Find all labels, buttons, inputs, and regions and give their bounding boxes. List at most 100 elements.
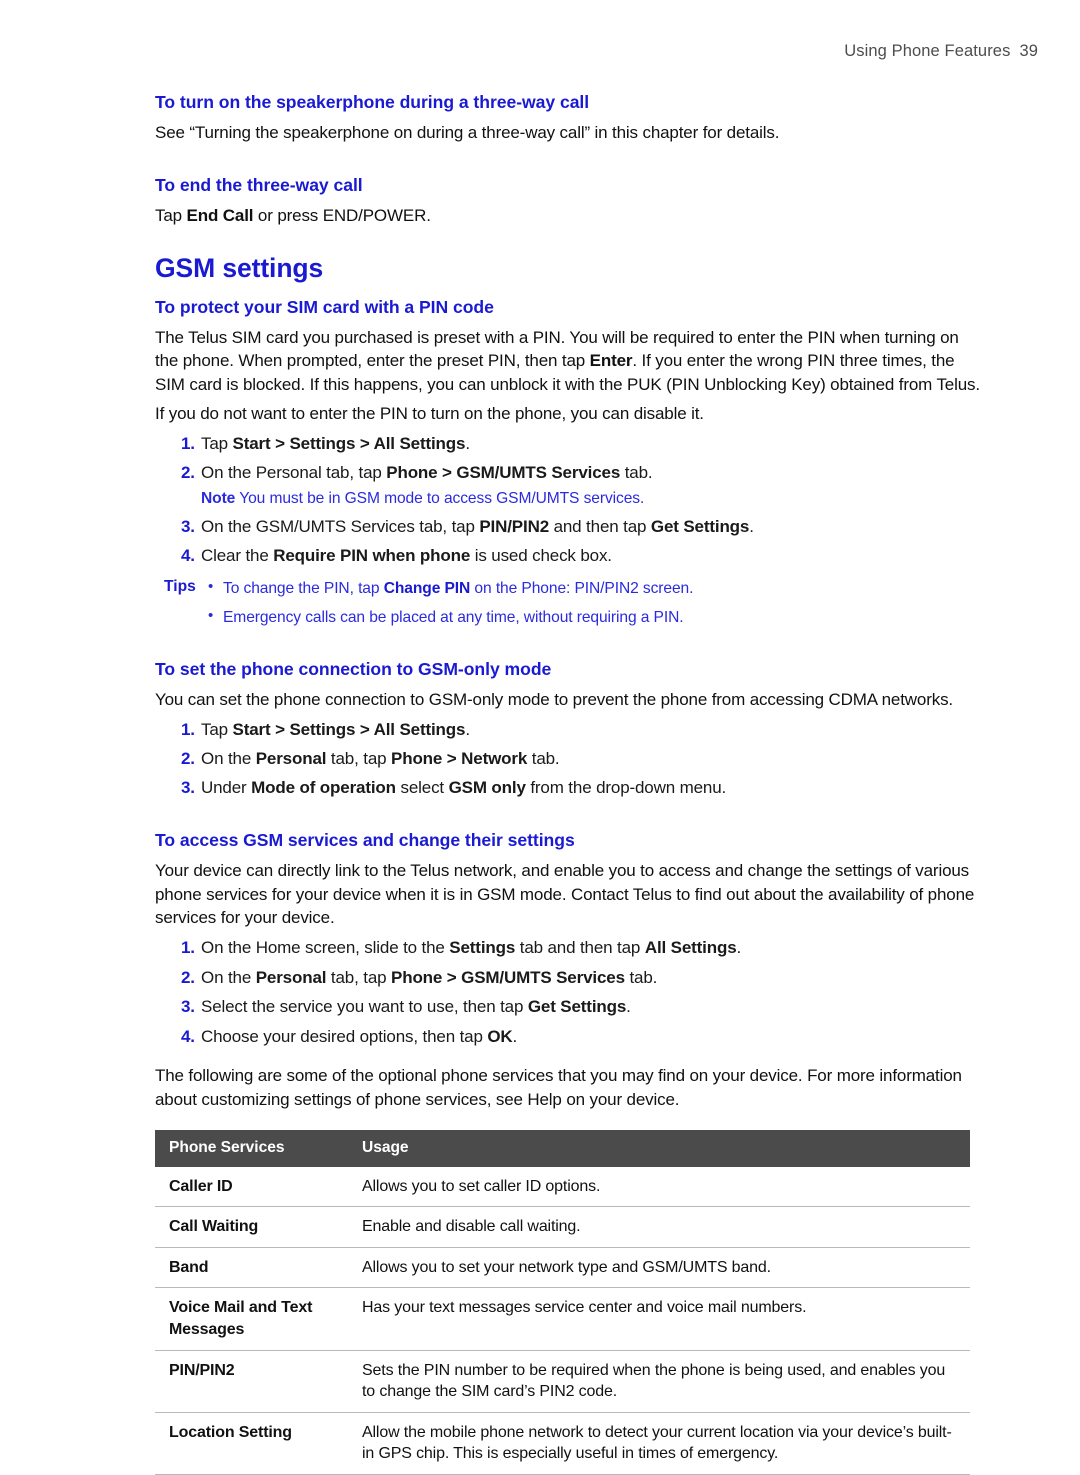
step-bold-2: Phone > Network	[391, 749, 528, 768]
step-item: 1. Tap Start > Settings > All Settings.	[155, 432, 983, 455]
para-end-call: Tap End Call or press END/POWER.	[155, 204, 983, 228]
step-item: 4. Clear the Require PIN when phone is us…	[155, 544, 983, 567]
end-call-bold: End Call	[186, 205, 254, 225]
cell-service-name: Band	[155, 1247, 348, 1289]
step-mid: and then tap	[549, 516, 651, 536]
step-item: 1. On the Home screen, slide to the Setti…	[155, 936, 983, 959]
tips-block: Tips • To change the PIN, tap Change PIN …	[155, 578, 983, 629]
step-post: tab.	[527, 749, 560, 768]
document-page: Using Phone Features 39 To turn on the sp…	[0, 0, 1080, 1475]
step-number: 4.	[181, 546, 195, 566]
step-post: .	[626, 997, 631, 1017]
step-bold-2: Phone > GSM/UMTS Services	[391, 967, 625, 987]
column-header-usage: Usage	[348, 1129, 970, 1167]
sim-para1-bold: Enter	[589, 351, 633, 371]
step-pre: Clear the	[201, 546, 274, 566]
step-bold: Require PIN when phone	[273, 546, 471, 566]
note-gsm-mode: Note You must be in GSM mode to access G…	[201, 488, 983, 509]
page-content: To turn on the speakerphone during a thr…	[155, 92, 983, 1475]
step-pre: On the	[201, 749, 256, 768]
step-number: 3.	[181, 516, 195, 536]
para-sim-pin-2: If you do not want to enter the PIN to t…	[155, 404, 704, 424]
tip-post: on the Phone: PIN/PIN2 screen.	[470, 579, 694, 597]
step-item: 2. On the Personal tab, tap Phone > GSM/U…	[155, 966, 983, 989]
tip-pre: To change the PIN, tap	[223, 579, 384, 597]
step-post: .	[749, 516, 754, 536]
tips-label: Tips	[164, 577, 196, 595]
chapter-title: Using Phone Features	[844, 42, 1011, 60]
table-row: Voice Mail and Text Messages Has your te…	[155, 1287, 970, 1351]
step-pre: Tap	[201, 433, 233, 453]
heading-access-gsm-services: To access GSM services and change their …	[155, 829, 575, 850]
step-pre: On the Home screen, slide to the	[201, 938, 450, 958]
table-header-row: Phone Services Usage	[155, 1129, 970, 1167]
cell-service-usage: Sets the PIN number to be required when …	[348, 1350, 970, 1413]
steps-protect-sim: 1. Tap Start > Settings > All Settings. 2…	[155, 432, 983, 568]
step-bold: PIN/PIN2	[479, 516, 549, 536]
page-number: 39	[1019, 42, 1038, 60]
step-number: 1.	[181, 719, 195, 739]
note-label: Note	[201, 489, 236, 507]
step-item: 2. On the Personal tab, tap Phone > Netwo…	[155, 747, 983, 770]
table-row: Location Setting Allow the mobile phone …	[155, 1412, 970, 1475]
step-number: 1.	[181, 938, 195, 958]
step-post: .	[465, 719, 470, 739]
step-number: 1.	[181, 433, 195, 453]
para-sim-pin-1: The Telus SIM card you purchased is pres…	[155, 326, 983, 397]
step-item: 3. On the GSM/UMTS Services tab, tap PIN/…	[155, 515, 983, 538]
step-pre: Choose your desired options, then tap	[201, 1026, 488, 1046]
step-pre: Under	[201, 778, 252, 798]
end-call-suffix: or press END/POWER.	[253, 205, 431, 225]
step-bold: Settings	[449, 938, 516, 958]
cell-service-name: Call Waiting	[155, 1206, 348, 1248]
step-mid: tab, tap	[326, 749, 392, 768]
step-number: 2.	[181, 967, 195, 987]
step-pre: On the GSM/UMTS Services tab, tap	[201, 516, 480, 536]
cell-service-usage: Allows you to set caller ID options.	[348, 1166, 970, 1208]
step-bold: Get Settings	[527, 997, 627, 1017]
cell-service-usage: Enable and disable call waiting.	[348, 1206, 970, 1248]
heading-speakerphone: To turn on the speakerphone during a thr…	[155, 92, 590, 112]
steps-gsm-services: 1. On the Home screen, slide to the Setti…	[155, 936, 983, 1048]
step-post: .	[465, 433, 470, 453]
step-pre: On the	[201, 967, 256, 987]
step-mid: tab and then tap	[515, 938, 645, 958]
bullet-icon: •	[208, 577, 214, 595]
cell-service-usage: Allows you to set your network type and …	[348, 1247, 970, 1289]
step-post: .	[736, 938, 742, 958]
step-item: 3. Under Mode of operation select GSM onl…	[155, 776, 983, 799]
phone-services-table: Phone Services Usage Caller ID Allows yo…	[155, 1129, 970, 1475]
cell-service-name: Caller ID	[155, 1166, 348, 1208]
step-bold: Personal	[255, 967, 327, 987]
tip-item: • Emergency calls can be placed at any ti…	[208, 607, 983, 629]
heading-end-three-way-call: To end the three-way call	[155, 174, 363, 195]
note-text: You must be in GSM mode to access GSM/UM…	[239, 489, 645, 507]
step-bold: OK	[487, 1026, 513, 1046]
step-mid: tab, tap	[326, 967, 392, 987]
step-number: 4.	[181, 1026, 195, 1046]
cell-service-name: Voice Mail and Text Messages	[155, 1287, 348, 1351]
step-post: is used check box.	[470, 546, 612, 566]
step-item: 2. On the Personal tab, tap Phone > GSM/U…	[155, 461, 983, 509]
cell-service-name: Location Setting	[155, 1412, 348, 1475]
heading-protect-sim: To protect your SIM card with a PIN code	[155, 296, 494, 317]
para-gsm-only: You can set the phone connection to GSM-…	[155, 689, 953, 709]
end-call-prefix: Tap	[155, 205, 187, 225]
step-post: .	[512, 1026, 518, 1046]
step-item: 3. Select the service you want to use, th…	[155, 995, 983, 1018]
step-mid: select	[395, 778, 449, 798]
tip-item: • To change the PIN, tap Change PIN on th…	[208, 578, 983, 600]
step-bold-2: Get Settings	[650, 516, 750, 536]
step-number: 3.	[181, 778, 195, 798]
bullet-icon: •	[208, 607, 214, 625]
step-post: tab.	[620, 463, 653, 483]
steps-gsm-only: 1. Tap Start > Settings > All Settings. 2…	[155, 718, 983, 800]
tip-pre: Emergency calls can be placed at any tim…	[223, 609, 684, 627]
step-bold: Phone > GSM/UMTS Services	[386, 463, 621, 483]
table-row: PIN/PIN2 Sets the PIN number to be requi…	[155, 1350, 970, 1413]
tips-list: • To change the PIN, tap Change PIN on th…	[155, 578, 983, 629]
step-bold: Personal	[255, 749, 327, 768]
step-bold: Mode of operation	[251, 778, 396, 798]
para-gsm-services: Your device can directly link to the Tel…	[155, 860, 975, 928]
table-row: Band Allows you to set your network type…	[155, 1247, 970, 1289]
